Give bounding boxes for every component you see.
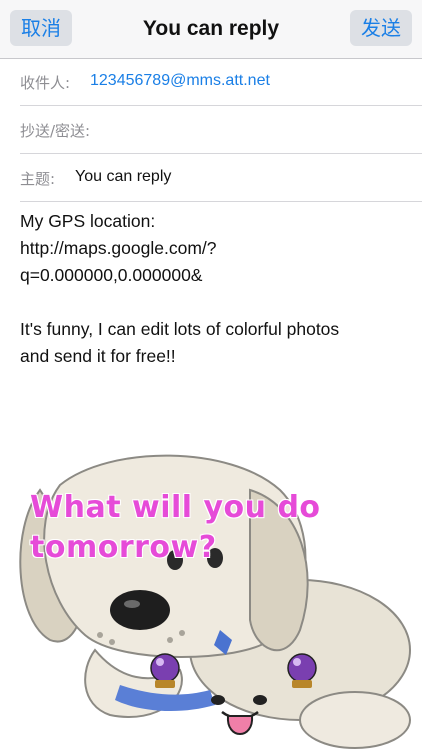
message-body[interactable]: My GPS location: http://maps.google.com/…	[20, 208, 405, 370]
body-line: q=0.000000,0.000000&	[20, 265, 203, 285]
body-line: http://maps.google.com/?	[20, 238, 217, 258]
cc-label: 抄送/密送:	[20, 122, 91, 140]
body-line: It's funny, I can edit lots of colorful …	[20, 319, 340, 339]
subject-label: 主题:	[20, 170, 56, 188]
cc-field[interactable]: 抄送/密送:	[20, 106, 422, 154]
recipient-address[interactable]: 123456789@mms.att.net	[90, 72, 270, 90]
navigation-bar: 取消 You can reply 发送	[0, 0, 422, 59]
cancel-button[interactable]: 取消	[10, 10, 72, 46]
page-title: You can reply	[142, 17, 280, 40]
send-button[interactable]: 发送	[350, 10, 412, 46]
body-line: My GPS location:	[20, 211, 156, 231]
to-field[interactable]: 收件人: 123456789@mms.att.net	[20, 58, 422, 106]
subject-value[interactable]: You can reply	[75, 168, 171, 186]
to-label: 收件人:	[20, 74, 71, 92]
subject-field[interactable]: 主题: You can reply	[20, 154, 422, 202]
photo-caption-text: What will you do tomorrow?	[30, 490, 321, 565]
body-line: and send it for free!!	[20, 346, 176, 366]
